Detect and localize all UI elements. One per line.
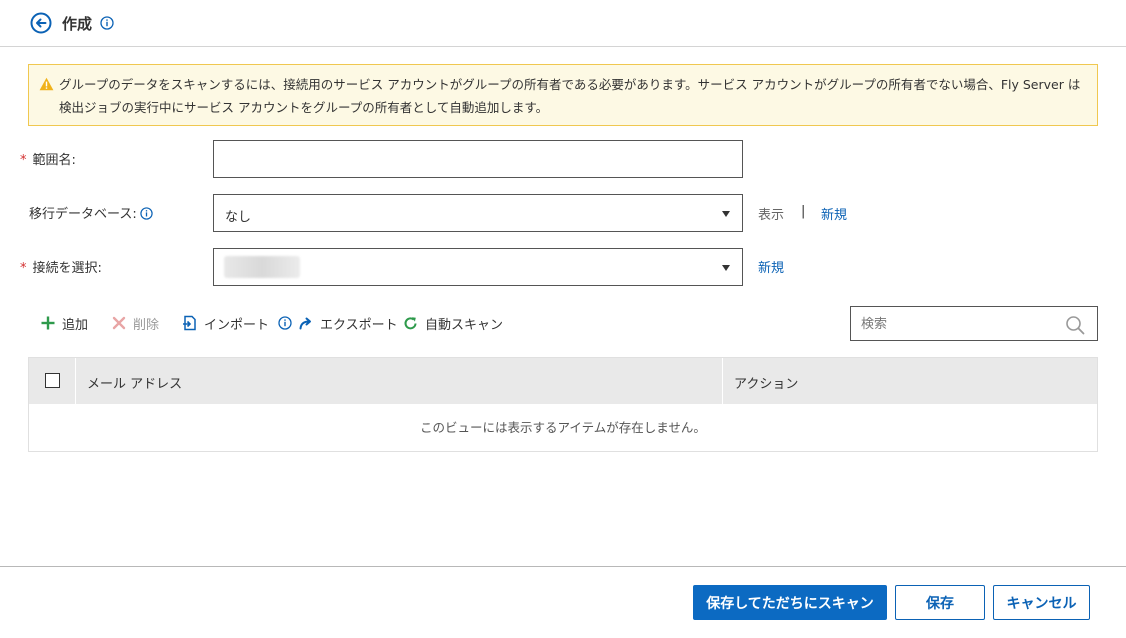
- table-header: メール アドレス アクション: [29, 358, 1097, 404]
- plus-icon: [41, 316, 55, 330]
- info-icon[interactable]: [100, 16, 114, 30]
- new-connection-link[interactable]: 新規: [758, 257, 784, 276]
- column-divider: [722, 358, 723, 404]
- auto-scan-label: 自動スキャン: [425, 317, 504, 333]
- export-label: エクスポート: [320, 317, 398, 333]
- column-divider: [75, 358, 76, 404]
- migration-db-label: 移行データベース:: [29, 203, 153, 222]
- search-input[interactable]: [861, 315, 1051, 333]
- import-label: インポート: [204, 317, 270, 333]
- link-separator: |: [801, 204, 806, 219]
- required-marker: *: [20, 153, 27, 168]
- column-header-email[interactable]: メール アドレス: [87, 373, 182, 392]
- required-marker: *: [20, 261, 27, 276]
- page-title: 作成: [62, 15, 93, 33]
- view-link[interactable]: 表示: [758, 204, 784, 223]
- info-icon[interactable]: [140, 207, 153, 220]
- search-box: [850, 306, 1098, 341]
- connection-label: * 接続を選択:: [20, 261, 102, 276]
- delete-label: 削除: [133, 317, 160, 333]
- scope-name-input[interactable]: [213, 140, 743, 178]
- email-table: メール アドレス アクション このビューには表示するアイテムが存在しません。: [28, 357, 1098, 452]
- delete-x-icon: [112, 316, 126, 330]
- add-label: 追加: [62, 317, 89, 333]
- dropdown-caret-icon: [722, 265, 730, 271]
- back-arrow-icon[interactable]: [30, 12, 52, 34]
- column-header-action[interactable]: アクション: [734, 373, 798, 392]
- add-button[interactable]: 追加: [40, 313, 88, 333]
- redacted-connection-value: [224, 256, 300, 278]
- delete-button[interactable]: 削除: [111, 313, 159, 333]
- warning-icon: [39, 77, 54, 91]
- info-icon[interactable]: [278, 316, 292, 330]
- save-and-scan-button[interactable]: 保存してただちにスキャン: [693, 585, 887, 620]
- refresh-icon: [404, 316, 417, 329]
- save-button[interactable]: 保存: [895, 585, 985, 620]
- auto-scan-button[interactable]: 自動スキャン: [402, 313, 503, 333]
- import-icon: [183, 315, 196, 331]
- import-button[interactable]: インポート: [182, 313, 292, 333]
- page-header: 作成: [0, 0, 1126, 47]
- select-all-checkbox[interactable]: [45, 373, 60, 388]
- search-icon[interactable]: [1065, 315, 1085, 335]
- migration-db-select[interactable]: なし: [213, 194, 743, 232]
- empty-table-message: このビューには表示するアイテムが存在しません。: [420, 420, 706, 435]
- scope-name-label: * 範囲名:: [20, 153, 76, 168]
- connection-select[interactable]: [213, 248, 743, 286]
- warning-banner: グループのデータをスキャンするには、接続用のサービス アカウントがグループの所有…: [28, 64, 1098, 126]
- warning-text: グループのデータをスキャンするには、接続用のサービス アカウントがグループの所有…: [59, 77, 1081, 115]
- migration-db-value: なし: [225, 210, 252, 225]
- export-arrow-icon: [299, 317, 311, 330]
- dropdown-caret-icon: [722, 211, 730, 217]
- new-db-link[interactable]: 新規: [821, 204, 847, 223]
- export-button[interactable]: エクスポート: [298, 313, 398, 333]
- cancel-button[interactable]: キャンセル: [993, 585, 1090, 620]
